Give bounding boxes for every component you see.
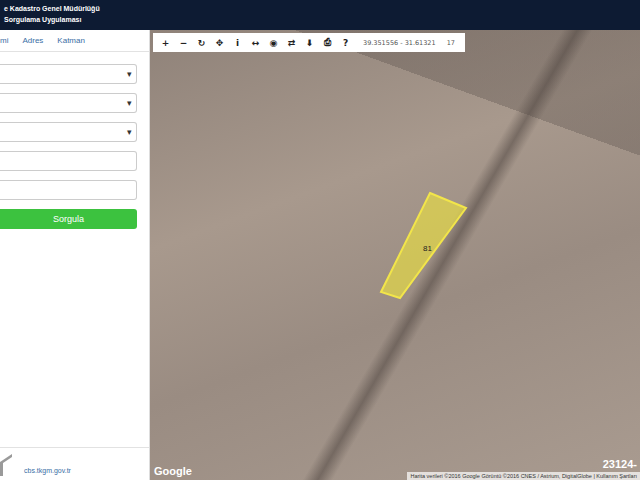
query-button[interactable]: Sorgula [0,209,137,229]
toolbar-button[interactable]: − [175,38,192,48]
dropdown-arrow-icon: ▾ [127,127,132,137]
watermark: 23124- [603,458,637,470]
map[interactable]: +−↻✥i↔◉⇄⬇⎙? 39.351556 - 31.61321 17 81 Googl… [150,30,640,480]
tab[interactable]: mi [0,36,8,45]
toolbar-button[interactable]: ✥ [211,38,228,48]
zoom-level: 17 [447,39,455,47]
map-toolbar: +−↻✥i↔◉⇄⬇⎙? 39.351556 - 31.61321 17 [153,33,465,52]
app: e Kadastro Genel MüdürlüğüSorgulama Uygu… [0,0,640,480]
tab[interactable]: Adres [22,36,43,45]
toolbar-button[interactable]: ↻ [193,38,210,48]
sidebar: mi Adres Katman ▾ ▾ ▾ Sorgula cbs.tkgm.gov.tr [0,30,150,480]
toolbar-button[interactable]: ⬇ [301,38,318,48]
dropdown[interactable]: ▾ [0,93,137,113]
toolbar-button[interactable]: ⇄ [283,38,300,48]
text-input[interactable] [0,151,137,171]
toolbar-button[interactable]: ◉ [265,38,282,48]
text-input[interactable] [0,180,137,200]
coordinates: 39.351556 - 31.61321 [363,39,436,47]
toolbar-button[interactable]: ? [337,38,354,48]
map-attribution: Harita verileri ©2016 Google Görüntü ©20… [407,472,640,480]
dropdown[interactable]: ▾ [0,64,137,84]
header-subtitle: Sorgulama Uygulaması [4,14,640,25]
toolbar-button[interactable]: ↔ [247,38,264,48]
header: e Kadastro Genel MüdürlüğüSorgulama Uygu… [0,0,640,30]
tab-bar: mi Adres Katman [0,30,149,52]
header-title: e Kadastro Genel Müdürlüğü [4,3,640,14]
sidebar-footer: cbs.tkgm.gov.tr [0,447,149,480]
parcel-label: 81 [423,244,432,253]
tab[interactable]: Katman [57,36,85,45]
dropdown-arrow-icon: ▾ [127,69,132,79]
dropdown-arrow-icon: ▾ [127,98,132,108]
dropdown[interactable]: ▾ [0,122,137,142]
query-form: ▾ ▾ ▾ Sorgula [0,52,149,229]
toolbar-button[interactable]: ⎙ [319,37,336,48]
google-logo: Google [154,465,192,477]
toolbar-button[interactable]: + [157,38,174,48]
home-icon [0,450,16,476]
toolbar-button[interactable]: i [229,38,246,48]
site-link[interactable]: cbs.tkgm.gov.tr [24,467,71,476]
